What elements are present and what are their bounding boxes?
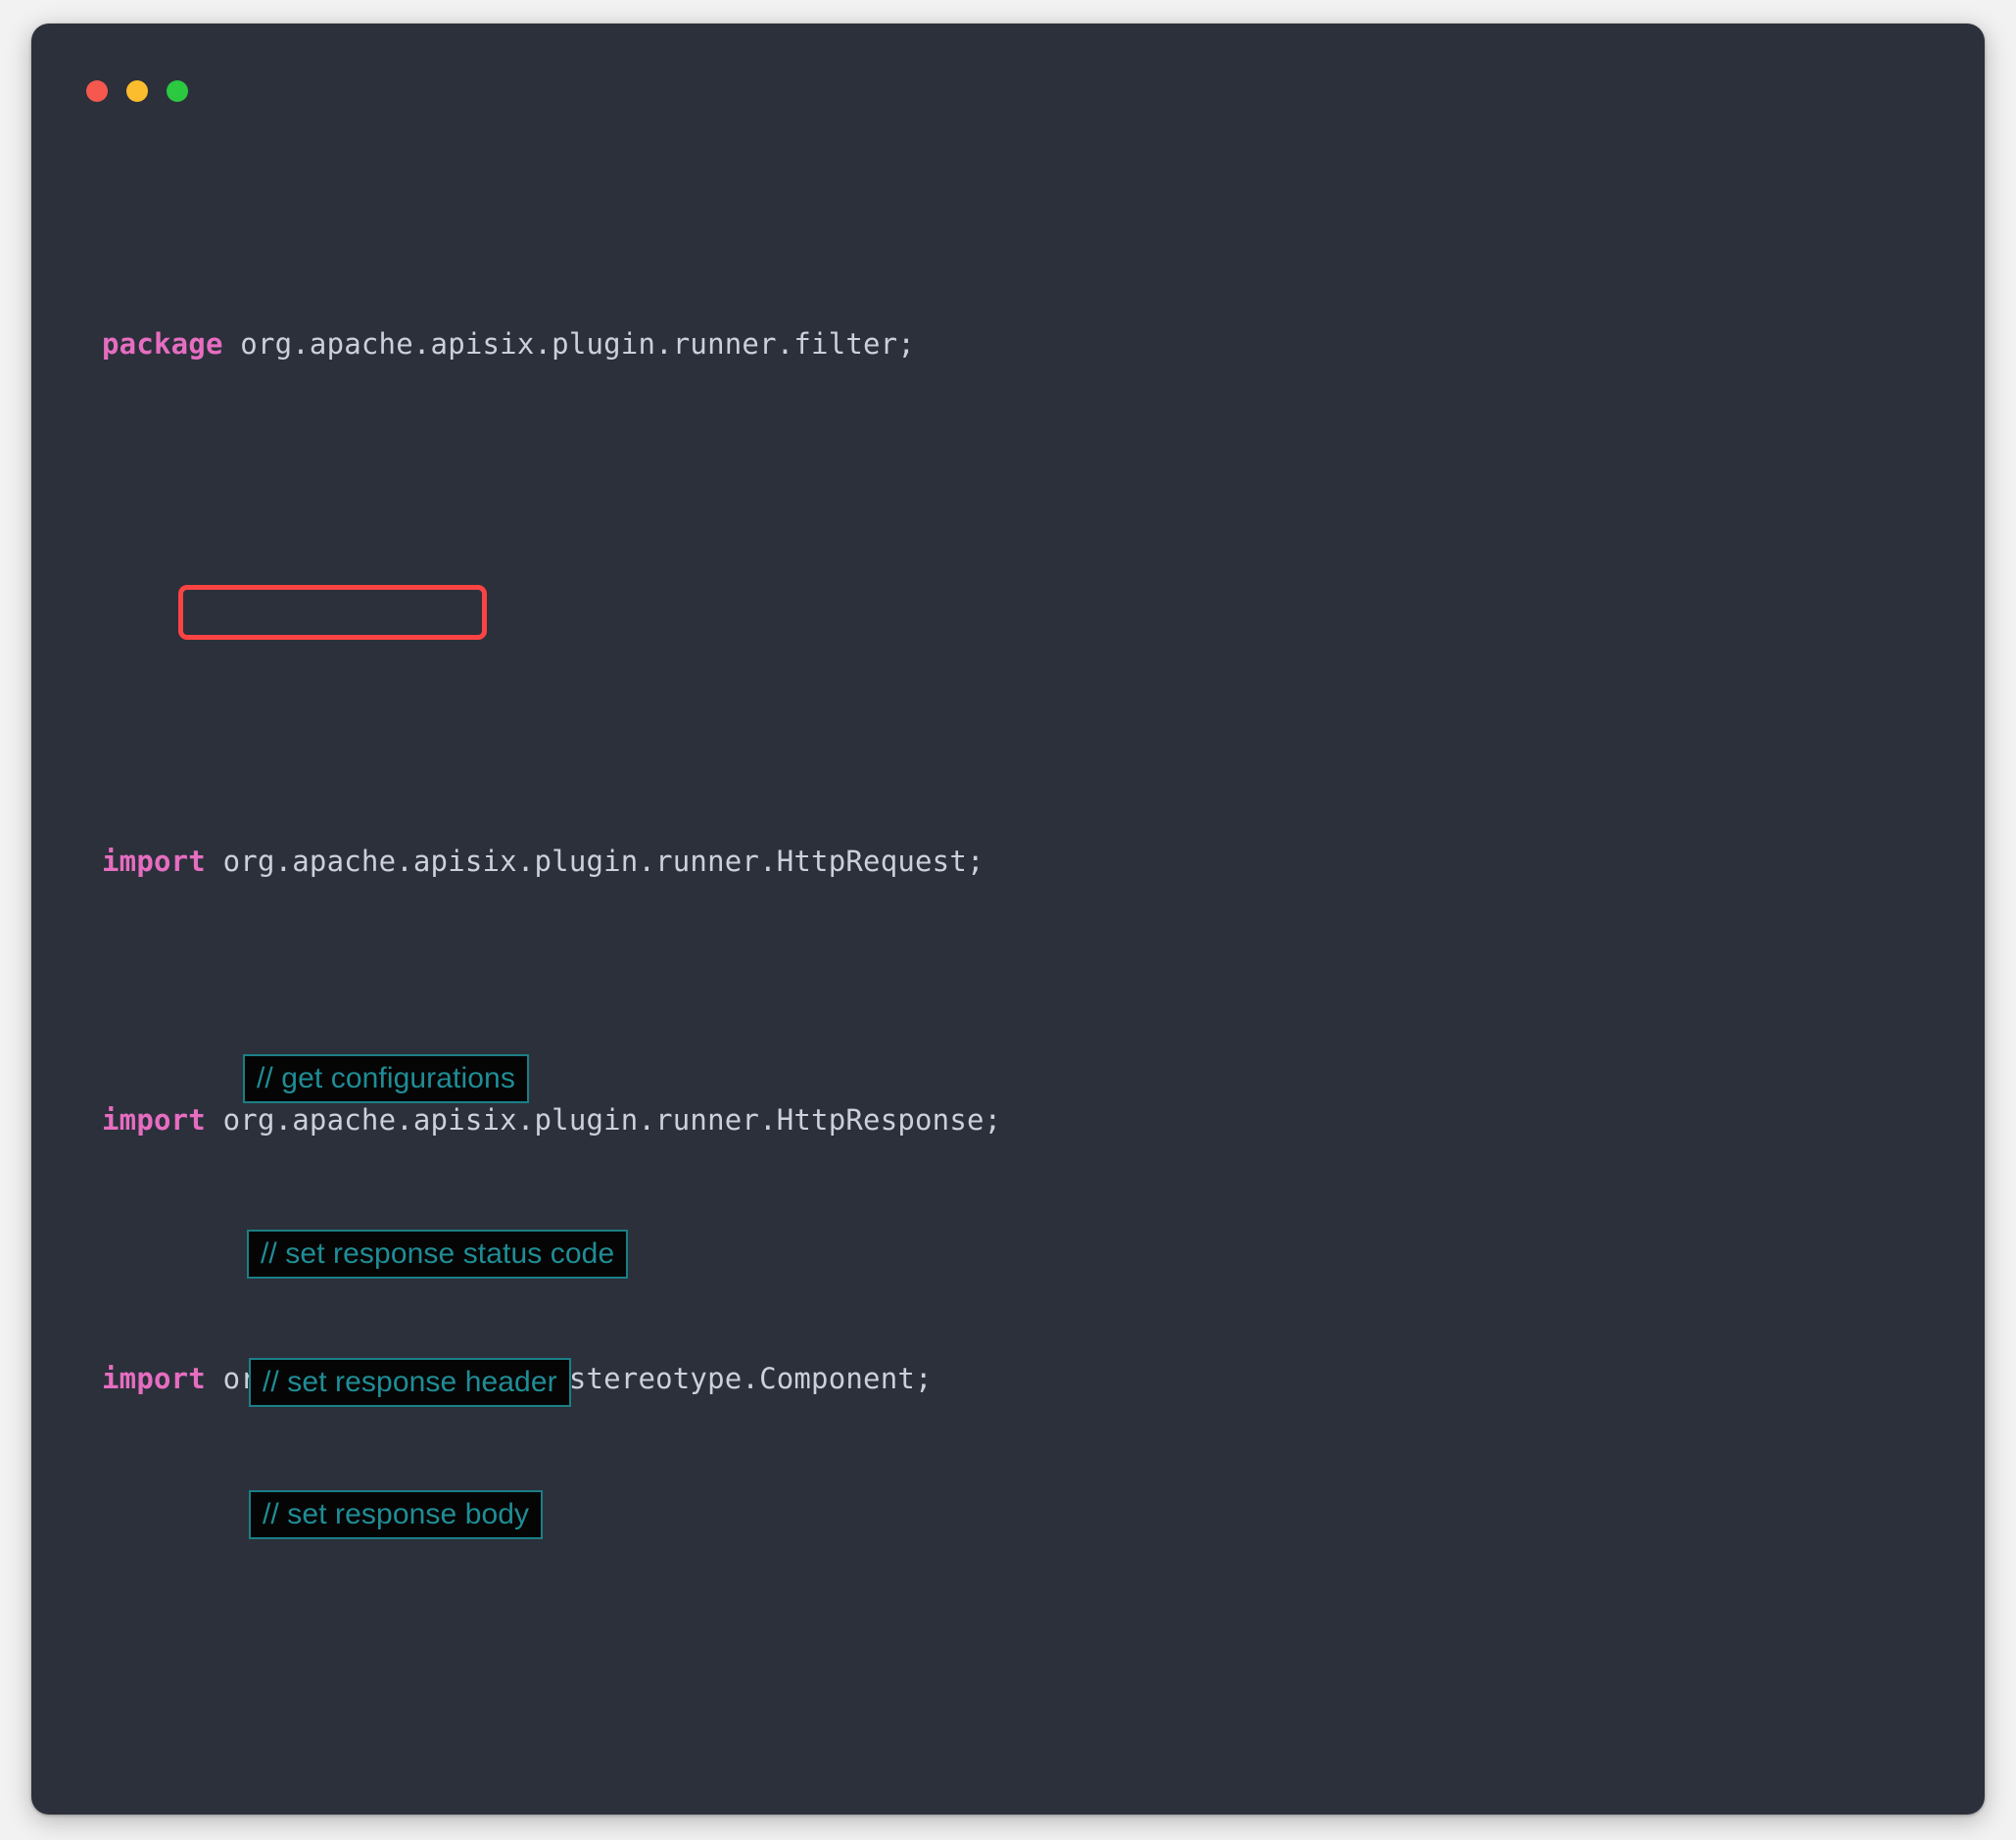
token-import-path: org.apache.apisix.plugin.runner.HttpRequ… (206, 845, 984, 878)
token-package-name: org.apache.apisix.plugin.runner.filter; (223, 327, 915, 361)
code-line: package org.apache.apisix.plugin.runner.… (102, 312, 1985, 376)
traffic-light-group (86, 80, 188, 102)
code-editor-window: package org.apache.apisix.plugin.runner.… (31, 24, 1985, 1815)
token-import-path: org.apache.apisix.plugin.runner.HttpResp… (206, 1103, 1001, 1137)
window-titlebar (31, 24, 1985, 118)
maximize-window-icon[interactable] (167, 80, 188, 102)
comment-annotation-set-body: // set response body (249, 1490, 543, 1539)
code-line-blank (102, 1605, 1985, 1670)
screenshot-page: package org.apache.apisix.plugin.runner.… (0, 0, 2016, 1840)
minimize-window-icon[interactable] (126, 80, 148, 102)
comment-annotation-get-configurations: // get configurations (243, 1054, 529, 1103)
token-keyword: import (102, 845, 206, 878)
code-content[interactable]: package org.apache.apisix.plugin.runner.… (31, 118, 1985, 1815)
comment-annotation-set-header: // set response header (249, 1358, 571, 1407)
code-line: import org.apache.apisix.plugin.runner.H… (102, 829, 1985, 894)
token-keyword: import (102, 1362, 206, 1395)
token-keyword: package (102, 327, 223, 361)
close-window-icon[interactable] (86, 80, 108, 102)
comment-annotation-set-status-code: // set response status code (247, 1230, 628, 1279)
code-line-blank (102, 570, 1985, 635)
token-keyword: import (102, 1103, 206, 1137)
